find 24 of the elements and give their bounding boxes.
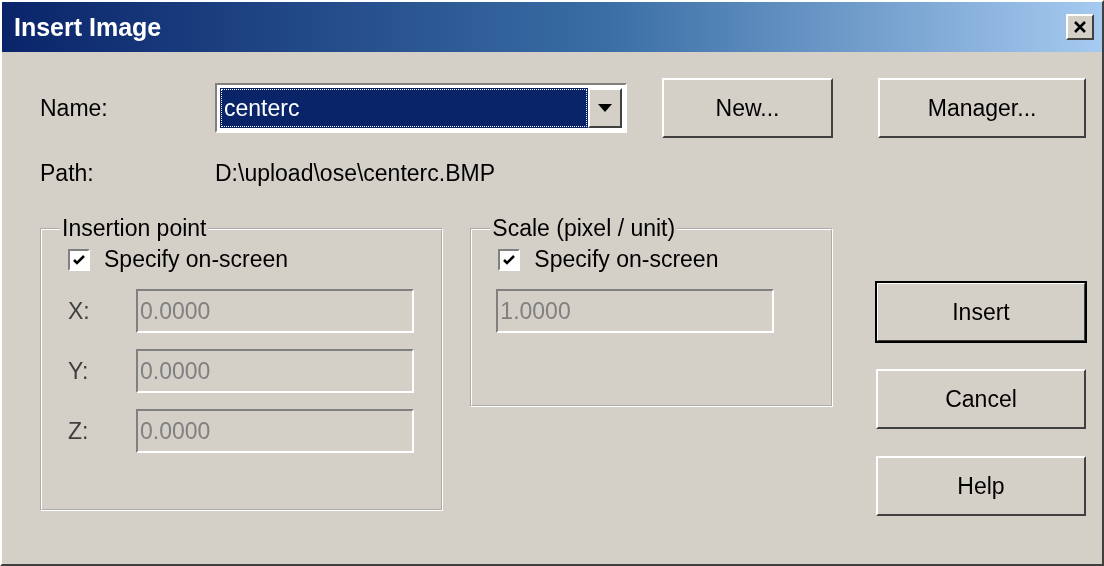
group-title: Insertion point	[61, 215, 208, 242]
dialog-button[interactable]: Insert	[876, 282, 1086, 342]
close-icon	[1073, 21, 1087, 33]
dialog-button[interactable]: Help	[876, 456, 1086, 516]
dialog-button[interactable]: Cancel	[876, 369, 1086, 429]
checkbox[interactable]	[68, 248, 90, 271]
close-button[interactable]	[1066, 14, 1094, 40]
checkbox-label: Specify on-screen	[534, 246, 719, 273]
coordinate-label: X:	[68, 297, 91, 325]
window-title: Insert Image	[14, 12, 162, 42]
field-label: Name:	[40, 94, 109, 122]
manager-button[interactable]: Manager...	[878, 78, 1086, 138]
check-icon	[502, 252, 517, 267]
check-icon	[72, 252, 86, 267]
field-label: Path:	[40, 160, 95, 187]
checkbox-label: Specify on-screen	[104, 246, 289, 273]
name-dropdown[interactable]: centerc	[215, 83, 628, 133]
coordinate-label: Z:	[68, 417, 90, 445]
group-title: Scale (pixel / unit)	[491, 215, 677, 242]
new-button[interactable]: New...	[662, 78, 833, 138]
path-value: D:\upload\ose\centerc.BMP	[215, 160, 495, 187]
checkbox[interactable]	[498, 248, 521, 271]
caret-icon	[598, 104, 613, 112]
coordinate-label: Y:	[68, 357, 90, 385]
